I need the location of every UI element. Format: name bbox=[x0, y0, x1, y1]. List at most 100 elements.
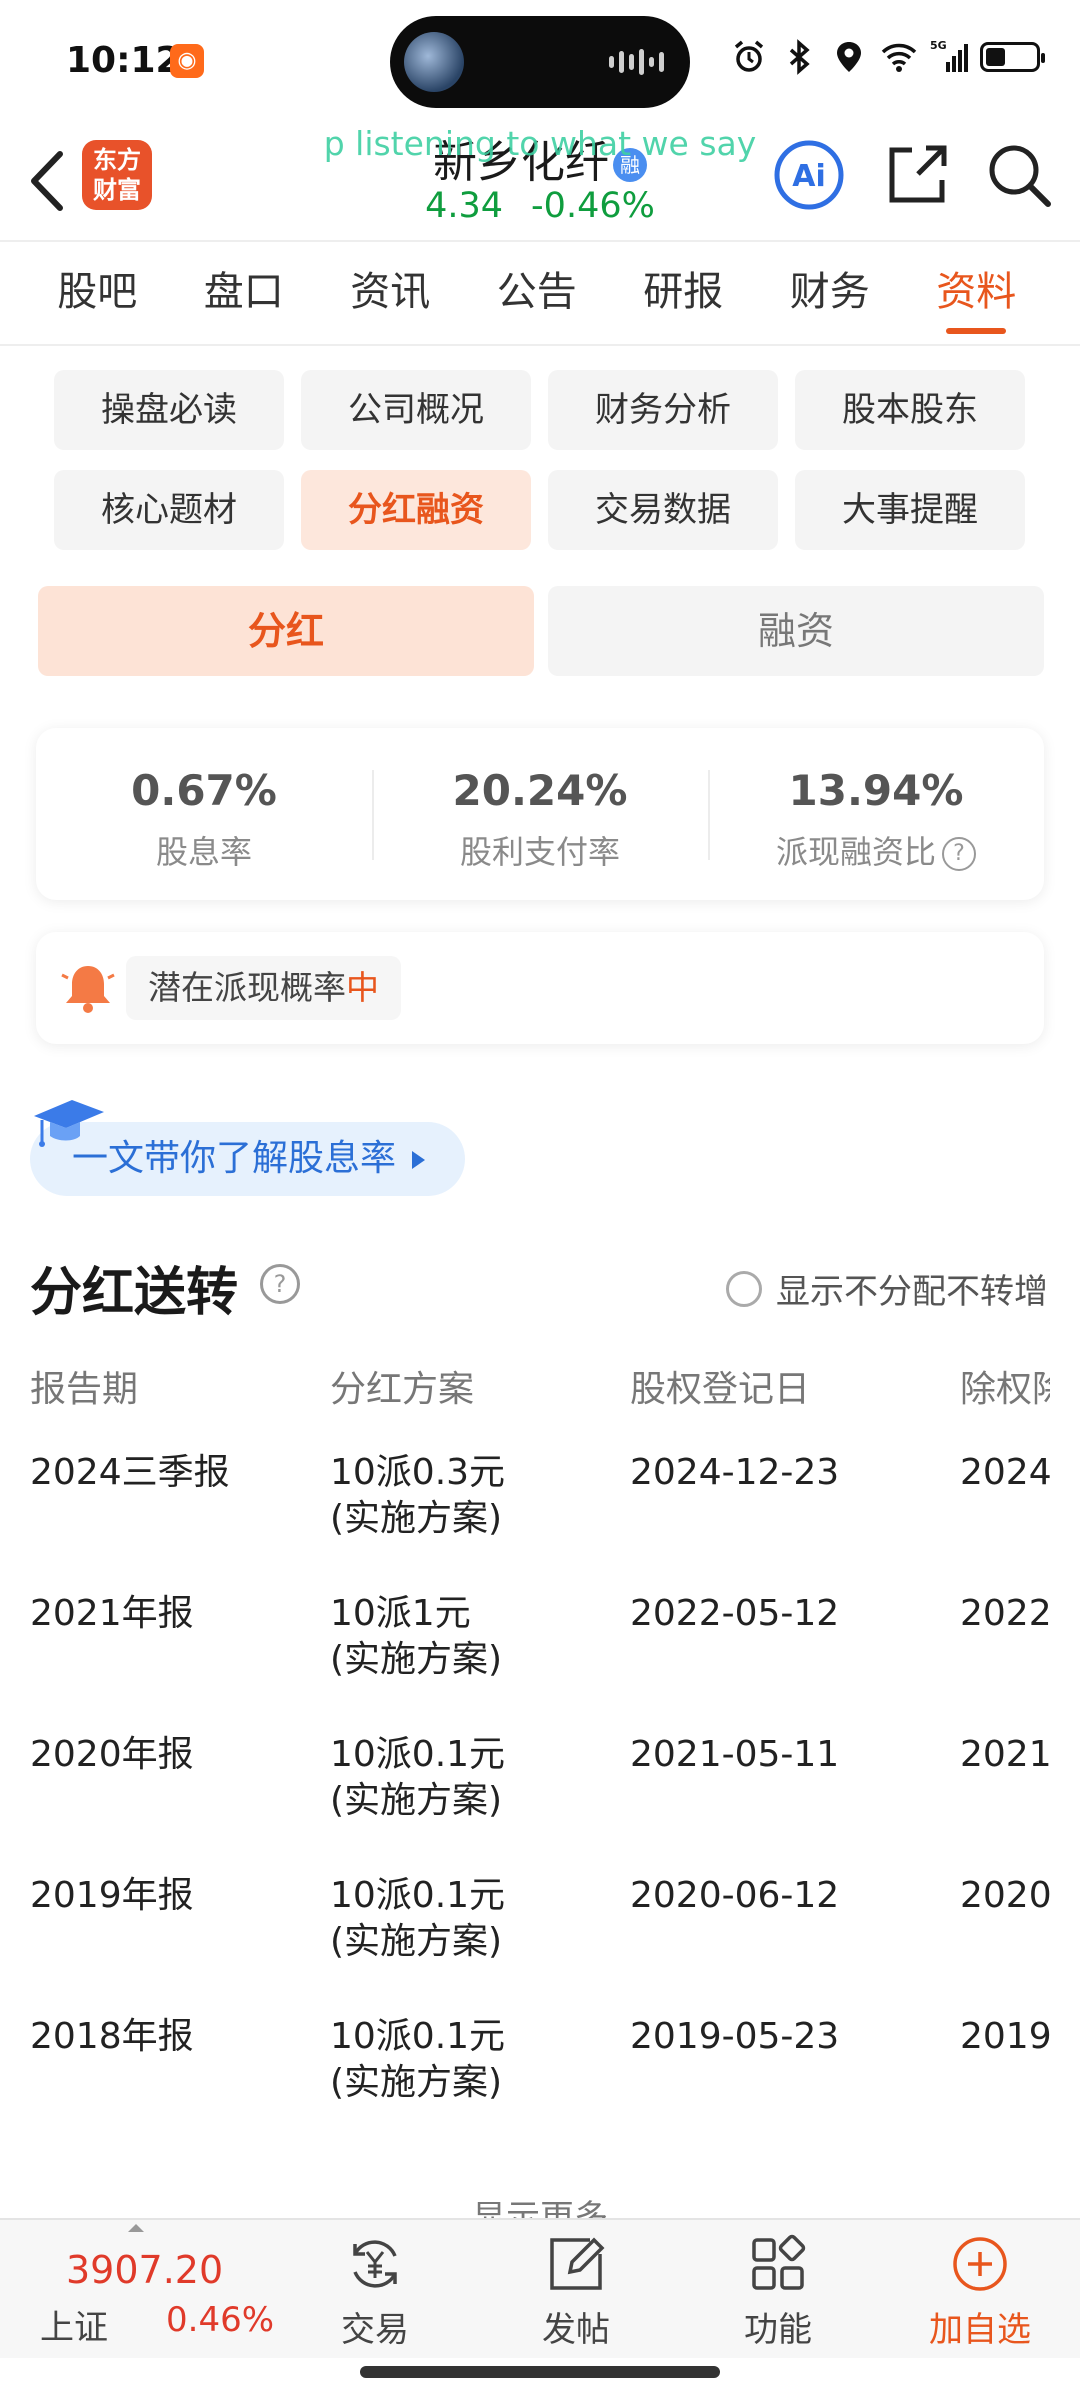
media-avatar-icon bbox=[404, 32, 464, 92]
wifi-icon bbox=[881, 43, 917, 72]
add-circle-icon bbox=[953, 2237, 1007, 2291]
caret-up-icon[interactable] bbox=[128, 2224, 144, 2232]
stat-value: 20.24% bbox=[452, 766, 628, 815]
plan-note: (实施方案) bbox=[330, 1921, 503, 1962]
column-header-plan: 分红方案 bbox=[330, 1369, 475, 1410]
home-indicator[interactable] bbox=[360, 2366, 720, 2378]
plan-text: 10派1元 bbox=[330, 1593, 471, 1634]
cell-ex-date: 2021-05-12 bbox=[960, 1734, 1050, 1775]
column-header-ex-date: 除权除息日 bbox=[960, 1369, 1050, 1410]
stat-label-text: 派现融资比 bbox=[775, 833, 936, 871]
stat-dividend-yield: 0.67% 股息率 bbox=[36, 728, 372, 900]
guide-link-label: 一文带你了解股息率 bbox=[72, 1138, 397, 1179]
tab-pankou[interactable]: 盘口 bbox=[171, 242, 318, 344]
submenu-trading-must-read[interactable]: 操盘必读 bbox=[54, 370, 284, 450]
plan-text: 10派0.1元 bbox=[330, 1875, 506, 1916]
search-icon[interactable] bbox=[984, 140, 1054, 210]
table-row[interactable]: 2018年报 10派0.1元 (实施方案) 2019-05-23 2019-05-… bbox=[30, 2004, 1050, 2145]
column-header-record-date: 股权登记日 bbox=[630, 1369, 811, 1410]
toggle-label: 显示不分配不转增 bbox=[776, 1272, 1048, 1312]
stock-header: 东方财富 新乡化纤融 p listening to what we say 4.… bbox=[0, 120, 1080, 240]
potential-payout-probability: 潜在派现概率中 bbox=[126, 956, 401, 1020]
cell-period: 2018年报 bbox=[30, 2016, 194, 2057]
share-icon[interactable] bbox=[882, 140, 952, 210]
stat-label: 派现融资比? bbox=[708, 827, 1044, 873]
index-name[interactable]: 上证 bbox=[40, 2300, 108, 2349]
bluetooth-icon bbox=[789, 39, 810, 75]
grid-icon bbox=[752, 2234, 806, 2290]
column-header-period: 报告期 bbox=[30, 1369, 139, 1410]
tab-guba[interactable]: 股吧 bbox=[24, 242, 171, 344]
tab-announcements[interactable]: 公告 bbox=[464, 242, 611, 344]
svg-text:Ai: Ai bbox=[792, 159, 826, 194]
potential-payout-card[interactable]: 潜在派现概率中 bbox=[36, 932, 1044, 1044]
submenu-company-overview[interactable]: 公司概况 bbox=[301, 370, 531, 450]
tab-finance[interactable]: 财务 bbox=[757, 242, 904, 344]
play-triangle-icon bbox=[412, 1151, 426, 1169]
submenu-trading-data[interactable]: 交易数据 bbox=[548, 470, 778, 550]
table-row[interactable]: 2019年报 10派0.1元 (实施方案) 2020-06-12 2020-06-… bbox=[30, 1863, 1050, 2004]
help-icon[interactable]: ? bbox=[942, 837, 976, 871]
alarm-icon bbox=[734, 40, 764, 72]
cell-record-date: 2020-06-12 bbox=[630, 1875, 840, 1916]
radio-button[interactable] bbox=[726, 1270, 762, 1307]
location-icon bbox=[837, 42, 861, 72]
graduation-cap-icon bbox=[34, 1100, 104, 1147]
tab-research[interactable]: 研报 bbox=[610, 242, 757, 344]
cell-plan: 10派0.1元 (实施方案) bbox=[330, 1722, 630, 1863]
submenu-event-reminders[interactable]: 大事提醒 bbox=[795, 470, 1025, 550]
tab-news[interactable]: 资讯 bbox=[317, 242, 464, 344]
potential-level: 中 bbox=[346, 968, 379, 1007]
nav-post-button[interactable]: 发帖 bbox=[506, 2232, 646, 2351]
ai-assistant-icon[interactable]: Ai bbox=[772, 138, 846, 212]
status-time: 10:12 bbox=[66, 40, 181, 81]
show-more-link[interactable]: 显示更多 bbox=[0, 2196, 1080, 2218]
index-value[interactable]: 3907.20 bbox=[66, 2248, 223, 2292]
show-no-distribution-toggle[interactable]: 显示不分配不转增 bbox=[726, 1264, 1048, 1313]
cell-ex-date: 2022-05-13 bbox=[960, 1593, 1050, 1634]
cell-plan: 10派0.3元 (实施方案) bbox=[330, 1440, 630, 1581]
yen-exchange-icon bbox=[353, 2240, 397, 2288]
segment-dividend[interactable]: 分红 bbox=[38, 586, 534, 676]
nav-functions-button[interactable]: 功能 bbox=[708, 2232, 848, 2351]
nav-trade-button[interactable]: 交易 bbox=[305, 2232, 445, 2351]
nav-add-watchlist-button[interactable]: 加自选 bbox=[910, 2232, 1050, 2351]
submenu-financial-analysis[interactable]: 财务分析 bbox=[548, 370, 778, 450]
stat-payout-financing-ratio: 13.94% 派现融资比? bbox=[708, 728, 1044, 900]
cell-record-date: 2021-05-11 bbox=[630, 1734, 840, 1775]
profile-submenu: 操盘必读 公司概况 财务分析 股本股东 核心题材 分红融资 交易数据 大事提醒 bbox=[54, 370, 1030, 550]
table-header: 报告期 分红方案 股权登记日 除权除息日 bbox=[30, 1350, 1050, 1440]
stat-label: 股息率 bbox=[155, 833, 252, 871]
table-row[interactable]: 2020年报 10派0.1元 (实施方案) 2021-05-11 2021-05-… bbox=[30, 1722, 1050, 1863]
nav-label: 加自选 bbox=[929, 2310, 1031, 2350]
table-row[interactable]: 2021年报 10派1元 (实施方案) 2022-05-12 2022-05-13 bbox=[30, 1581, 1050, 1722]
status-icons: 5G bbox=[730, 38, 1045, 76]
table-body: 2024三季报 10派0.3元 (实施方案) 2024-12-23 2024-12… bbox=[30, 1440, 1050, 2145]
index-change[interactable]: 0.46% bbox=[166, 2300, 274, 2340]
cell-ex-date: 2020-06-15 bbox=[960, 1875, 1050, 1916]
plan-note: (实施方案) bbox=[330, 1780, 503, 1821]
tab-profile[interactable]: 资料 bbox=[903, 242, 1050, 344]
submenu-shareholders[interactable]: 股本股东 bbox=[795, 370, 1025, 450]
cell-ex-date: 2019-05-24 bbox=[960, 2016, 1050, 2057]
segment-financing[interactable]: 融资 bbox=[548, 586, 1044, 676]
bell-icon bbox=[61, 966, 115, 1013]
table-row[interactable]: 2024三季报 10派0.3元 (实施方案) 2024-12-23 2024-12… bbox=[30, 1440, 1050, 1581]
nav-label: 发帖 bbox=[542, 2310, 610, 2350]
margin-badge: 融 bbox=[613, 148, 647, 182]
notification-app-icon: ◉ bbox=[170, 44, 204, 78]
battery-icon bbox=[980, 42, 1045, 72]
stat-label: 股利支付率 bbox=[459, 833, 620, 871]
plan-note: (实施方案) bbox=[330, 2062, 503, 2103]
dynamic-island[interactable] bbox=[390, 16, 690, 108]
plan-text: 10派0.3元 bbox=[330, 1452, 506, 1493]
stock-price: 4.34 bbox=[425, 186, 504, 226]
stat-value: 0.67% bbox=[131, 766, 277, 815]
cell-period: 2020年报 bbox=[30, 1734, 194, 1775]
submenu-core-themes[interactable]: 核心题材 bbox=[54, 470, 284, 550]
help-icon[interactable]: ? bbox=[260, 1264, 300, 1304]
main-tabs: 股吧 盘口 资讯 公告 研报 财务 资料 bbox=[0, 240, 1080, 346]
stat-value: 13.94% bbox=[788, 766, 964, 815]
submenu-dividend-financing[interactable]: 分红融资 bbox=[301, 470, 531, 550]
section-title: 分红送转 bbox=[30, 1263, 239, 1323]
